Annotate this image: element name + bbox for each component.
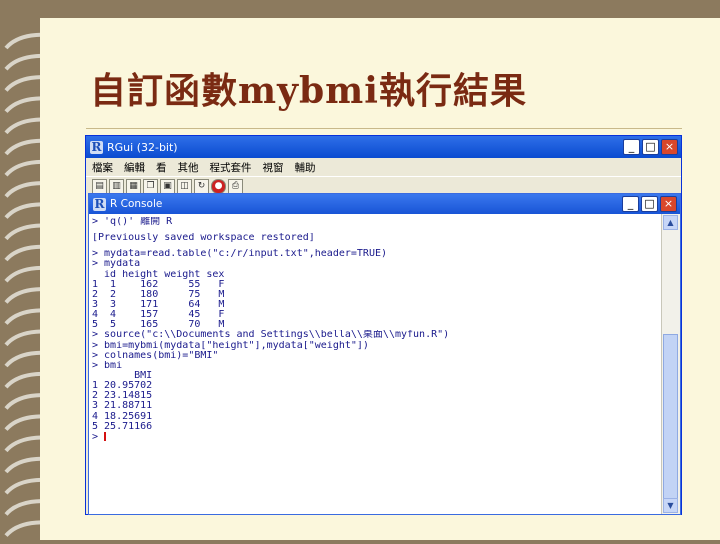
save-icon[interactable]: ▦ bbox=[126, 178, 141, 194]
load-workspace-icon[interactable]: ▥ bbox=[109, 178, 124, 194]
console-title: R Console bbox=[110, 198, 163, 210]
r-logo-icon: R bbox=[90, 140, 103, 154]
rgui-title: RGui (32-bit) bbox=[107, 140, 178, 154]
console-line: > bmi=mybmi(mydata["height"],mydata["wei… bbox=[92, 340, 369, 351]
console-line: > bbox=[92, 431, 107, 442]
console-line: BMI bbox=[92, 370, 153, 381]
menu-misc[interactable]: 其他 bbox=[178, 160, 199, 175]
console-line: > 'q()' 離開 R bbox=[92, 217, 173, 227]
console-close-button[interactable]: × bbox=[660, 196, 677, 212]
console-line: 1 20.95702 bbox=[92, 381, 153, 392]
text-cursor bbox=[104, 431, 107, 441]
minimize-button[interactable]: _ bbox=[623, 139, 640, 155]
title-divider bbox=[86, 128, 682, 129]
close-button[interactable]: × bbox=[661, 139, 678, 155]
copy-icon[interactable]: ❐ bbox=[143, 178, 158, 194]
menu-bar: 檔案 編輯 看 其他 程式套件 視窗 輔助 bbox=[86, 158, 681, 176]
maximize-button[interactable]: □ bbox=[642, 139, 659, 155]
console-line: > mydata=read.table("c:/r/input.txt",hea… bbox=[92, 249, 388, 260]
console-maximize-button[interactable]: □ bbox=[641, 196, 658, 212]
stop-icon[interactable]: ● bbox=[211, 178, 226, 194]
console-line: 5 25.71166 bbox=[92, 421, 153, 432]
scroll-thumb[interactable] bbox=[663, 334, 678, 504]
slide-title: 自訂函數mybmi執行結果 bbox=[90, 70, 527, 112]
console-titlebar[interactable]: R R Console _ □ × bbox=[89, 194, 680, 214]
console-scrollbar[interactable]: ▲ ▼ bbox=[661, 214, 680, 514]
r-console-window: R R Console _ □ × > 'q()' 離開 R [Previousl… bbox=[88, 193, 681, 515]
open-script-icon[interactable]: ▤ bbox=[92, 178, 107, 194]
console-line: id height weight sex bbox=[92, 269, 225, 280]
refresh-icon[interactable]: ↻ bbox=[194, 178, 209, 194]
console-line: > colnames(bmi)="BMI" bbox=[92, 350, 219, 361]
console-line: 1 1 162 55 F bbox=[92, 279, 225, 290]
console-line: > bmi bbox=[92, 360, 123, 371]
console-line: 5 5 165 70 M bbox=[92, 320, 225, 331]
console-line: [Previously saved workspace restored] bbox=[92, 233, 315, 244]
console-line: > source("c:\\Documents and Settings\\be… bbox=[92, 330, 450, 341]
paste-icon[interactable]: ▣ bbox=[160, 178, 175, 194]
console-line: 4 4 157 45 F bbox=[92, 310, 225, 321]
console-line: 2 23.14815 bbox=[92, 391, 153, 402]
copy-paste-icon[interactable]: ◫ bbox=[177, 178, 192, 194]
console-line: 4 18.25691 bbox=[92, 411, 153, 422]
console-line: 3 21.88711 bbox=[92, 401, 153, 412]
rgui-titlebar[interactable]: R RGui (32-bit) _ □ × bbox=[86, 136, 681, 158]
menu-file[interactable]: 檔案 bbox=[92, 160, 113, 175]
console-minimize-button[interactable]: _ bbox=[622, 196, 639, 212]
console-output[interactable]: > 'q()' 離開 R [Previously saved workspace … bbox=[89, 214, 662, 514]
menu-packages[interactable]: 程式套件 bbox=[210, 160, 252, 175]
console-line: > mydata bbox=[92, 259, 141, 270]
menu-view[interactable]: 看 bbox=[156, 160, 167, 175]
scroll-down-icon[interactable]: ▼ bbox=[663, 498, 678, 513]
console-line: 2 2 180 75 M bbox=[92, 289, 225, 300]
r-logo-icon: R bbox=[93, 197, 106, 211]
menu-edit[interactable]: 編輯 bbox=[124, 160, 145, 175]
console-line: 3 3 171 64 M bbox=[92, 299, 225, 310]
scroll-up-icon[interactable]: ▲ bbox=[663, 215, 678, 230]
menu-windows[interactable]: 視窗 bbox=[263, 160, 284, 175]
print-icon[interactable]: ⎙ bbox=[228, 178, 243, 194]
menu-help[interactable]: 輔助 bbox=[295, 160, 316, 175]
